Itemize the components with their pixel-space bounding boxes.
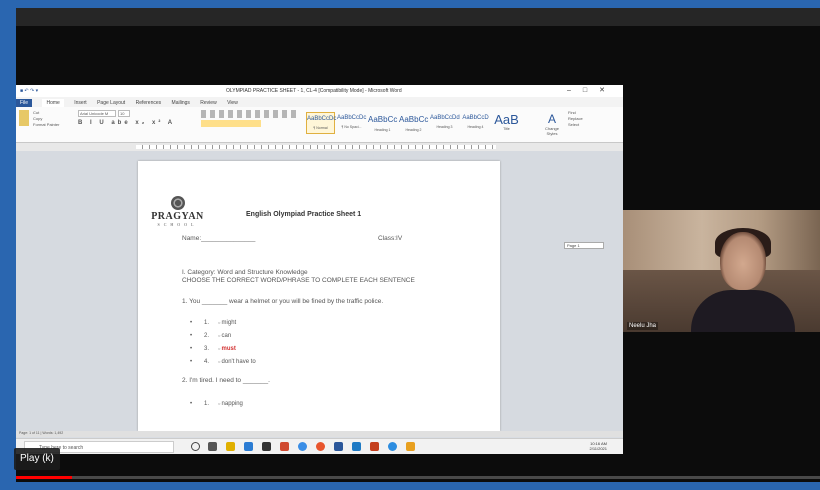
name-line: Name:_______________ xyxy=(182,235,256,242)
zoom-icon[interactable] xyxy=(352,442,361,451)
powerpoint-icon[interactable] xyxy=(370,442,379,451)
style-heading-1[interactable]: AaBbCc Heading 1 xyxy=(368,112,397,134)
browser-icon[interactable] xyxy=(388,442,397,451)
style-normal[interactable]: AaBbCcDc ¶ Normal xyxy=(306,112,336,134)
participant-name: Neelu Jha xyxy=(627,322,659,330)
tab-home[interactable]: Home xyxy=(42,99,64,107)
play-tooltip: Play (k) xyxy=(14,448,60,470)
edge-icon[interactable] xyxy=(244,442,253,451)
participant-video[interactable]: Neelu Jha xyxy=(623,210,820,332)
alignment-buttons[interactable] xyxy=(201,120,261,127)
tab-mailings[interactable]: Mailings xyxy=(172,100,190,106)
participant-face xyxy=(720,232,766,290)
status-text: Page: 1 of 11 | Words: 1,492 xyxy=(19,431,64,435)
document-page[interactable]: PRAGYAN SCHOOL English Olympiad Practice… xyxy=(138,161,500,431)
page-indicator: Page 1 xyxy=(564,242,604,249)
style-heading-3[interactable]: AaBbCcDd Heading 3 xyxy=(430,112,460,134)
change-styles-icon: A xyxy=(547,112,556,126)
folder-icon[interactable] xyxy=(406,442,415,451)
select-button[interactable]: Select xyxy=(568,122,583,128)
quick-access-toolbar[interactable]: ■ ↶ ↷ ▾ xyxy=(20,88,38,94)
paste-icon[interactable] xyxy=(19,110,29,126)
windows-taskbar: Type here to search 10:16 AM 2/11/2021 xyxy=(16,438,623,454)
progress-fill xyxy=(16,476,73,479)
font-name-select[interactable]: Arial Unicode M xyxy=(78,110,116,117)
class-line: Class:IV xyxy=(378,235,403,242)
participant-body xyxy=(691,290,795,332)
progress-bar[interactable] xyxy=(16,476,820,479)
horizontal-ruler xyxy=(16,143,623,151)
style-heading-2[interactable]: AaBbCc Heading 2 xyxy=(399,112,428,134)
list-item: • 3. ○ must xyxy=(190,346,236,352)
word-window-title: OLYMPIAD PRACTICE SHEET - 1, CL-4 [Compa… xyxy=(226,88,402,94)
change-styles-label: Change Styles xyxy=(544,126,559,136)
style-no-spacing[interactable]: AaBbCcDc ¶ No Spaci... xyxy=(337,112,366,134)
style-heading-4[interactable]: AaBbCcD Heading 4 xyxy=(461,112,490,134)
chrome-icon[interactable] xyxy=(298,442,307,451)
clock-date: 2/11/2021 xyxy=(589,446,608,451)
firefox-icon[interactable] xyxy=(316,442,325,451)
format-painter-button[interactable]: Format Painter xyxy=(33,122,59,128)
word-title-bar: ■ ↶ ↷ ▾ OLYMPIAD PRACTICE SHEET - 1, CL-… xyxy=(16,85,623,97)
ribbon-tabs: File Home Insert Page Layout References … xyxy=(16,97,623,109)
editing-group: Find Replace Select xyxy=(568,110,583,128)
shared-screen-word: ■ ↶ ↷ ▾ OLYMPIAD PRACTICE SHEET - 1, CL-… xyxy=(16,85,623,445)
instruction-heading: CHOOSE THE CORRECT WORD/PHRASE TO COMPLE… xyxy=(182,277,415,284)
category-heading: I. Category: Word and Structure Knowledg… xyxy=(182,269,308,276)
tab-page-layout[interactable]: Page Layout xyxy=(97,100,125,106)
school-logo: PRAGYAN SCHOOL xyxy=(150,196,205,227)
file-explorer-icon[interactable] xyxy=(226,442,235,451)
question-1: 1. You _______ wear a helmet or you will… xyxy=(182,298,384,305)
paragraph-buttons[interactable] xyxy=(201,110,296,118)
list-item: • 1. ○ might xyxy=(190,320,237,326)
word-status-bar: Page: 1 of 11 | Words: 1,492 xyxy=(16,431,623,437)
tab-view[interactable]: View xyxy=(227,100,238,106)
office-icon[interactable] xyxy=(280,442,289,451)
list-item: • 2. ○ can xyxy=(190,333,232,339)
tab-references[interactable]: References xyxy=(136,100,162,106)
list-item: • 1. ○ napping xyxy=(190,401,243,407)
system-clock[interactable]: 10:16 AM 2/11/2021 xyxy=(590,441,608,451)
meeting-top-bar xyxy=(16,8,820,26)
task-view-icon[interactable] xyxy=(208,442,217,451)
word-icon[interactable] xyxy=(334,442,343,451)
store-icon[interactable] xyxy=(262,442,271,451)
tab-insert[interactable]: Insert xyxy=(74,100,87,106)
font-format-buttons[interactable]: B I U abe x₂ x² A xyxy=(78,120,175,126)
style-title[interactable]: AaB Title xyxy=(492,112,521,134)
school-emblem-icon xyxy=(170,196,185,210)
document-title: English Olympiad Practice Sheet 1 xyxy=(246,211,362,218)
tab-review[interactable]: Review xyxy=(200,100,216,106)
question-2: 2. I'm tired. I need to _______. xyxy=(182,377,270,384)
clipboard-group: Cut Copy Format Painter xyxy=(33,110,59,128)
cortana-icon[interactable] xyxy=(191,442,200,451)
list-item: • 4. ○ don't have to xyxy=(190,359,256,365)
document-area[interactable]: PRAGYAN SCHOOL English Olympiad Practice… xyxy=(16,151,623,431)
ribbon-home: Cut Copy Format Painter Arial Unicode M … xyxy=(16,107,623,143)
logo-name: PRAGYAN xyxy=(151,211,204,222)
logo-sub: SCHOOL xyxy=(157,222,198,227)
player-right-controls[interactable] xyxy=(700,482,820,490)
window-controls[interactable]: –□✕ xyxy=(567,86,617,94)
font-size-select[interactable]: 10 xyxy=(118,110,130,117)
change-styles-button[interactable]: A Change Styles xyxy=(541,112,563,136)
styles-gallery: AaBbCcDc ¶ Normal AaBbCcDc ¶ No Spaci... A… xyxy=(306,112,523,136)
